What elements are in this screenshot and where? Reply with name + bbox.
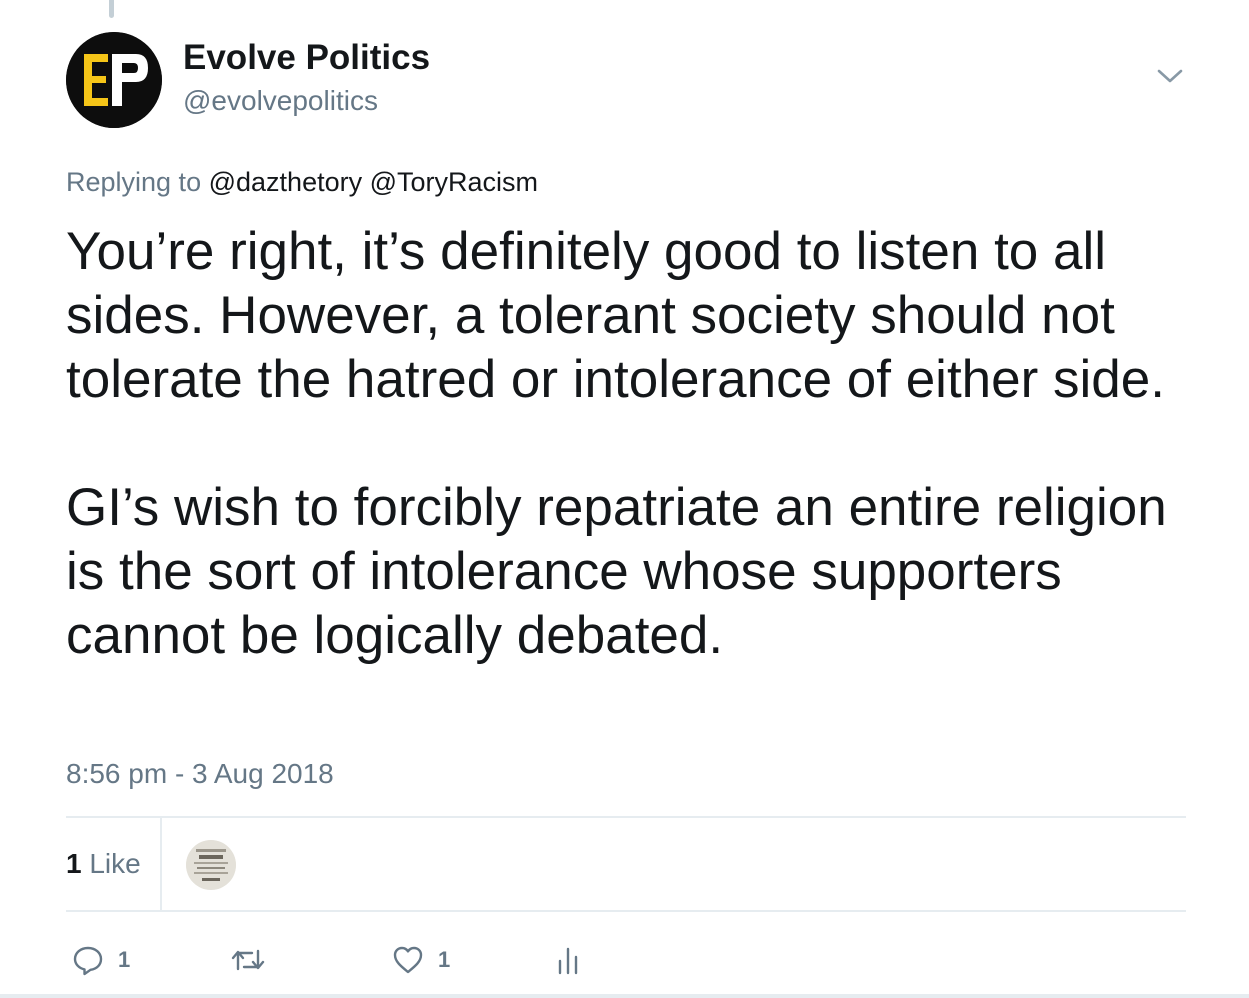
heart-icon: [393, 946, 423, 974]
tweet-timestamp[interactable]: 8:56 pm - 3 Aug 2018: [66, 758, 334, 790]
reply-button[interactable]: 1: [72, 940, 130, 980]
reply-count: 1: [118, 947, 131, 972]
poster-image-icon: [186, 840, 236, 890]
liker-avatar[interactable]: [186, 840, 236, 890]
like-count: 1: [438, 947, 451, 972]
tweet-paragraph: GI’s wish to forcibly repatriate an enti…: [66, 478, 1167, 665]
mention-link[interactable]: @ToryRacism: [370, 167, 538, 197]
author-display-name[interactable]: Evolve Politics: [183, 38, 430, 78]
likes-stat-label: Like: [89, 848, 141, 879]
analytics-button[interactable]: [556, 940, 580, 980]
retweet-button[interactable]: [230, 940, 266, 980]
like-button[interactable]: 1: [392, 940, 450, 980]
author-handle[interactable]: @evolvepolitics: [183, 85, 378, 117]
chevron-down-icon[interactable]: [1156, 66, 1184, 86]
evolve-politics-logo-icon: [66, 32, 162, 128]
divider: [66, 816, 1186, 818]
likes-stat-number: 1: [66, 848, 82, 879]
reply-icon: [73, 946, 103, 976]
divider: [66, 910, 1186, 912]
analytics-icon: [558, 947, 578, 975]
tweet-paragraph: You’re right, it’s definitely good to li…: [66, 222, 1165, 409]
replying-to-line: Replying to @dazthetory @ToryRacism: [66, 167, 538, 198]
tweet-text: You’re right, it’s definitely good to li…: [66, 220, 1196, 668]
likes-stat[interactable]: 1 Like: [66, 848, 141, 880]
retweet-icon: [231, 949, 265, 971]
replying-to-label: Replying to: [66, 167, 202, 197]
mention-link[interactable]: @dazthetory: [209, 167, 362, 197]
bottom-border: [0, 994, 1249, 998]
stats-separator: [160, 818, 162, 912]
thread-connector-line: [109, 0, 114, 18]
author-avatar[interactable]: [66, 32, 162, 128]
